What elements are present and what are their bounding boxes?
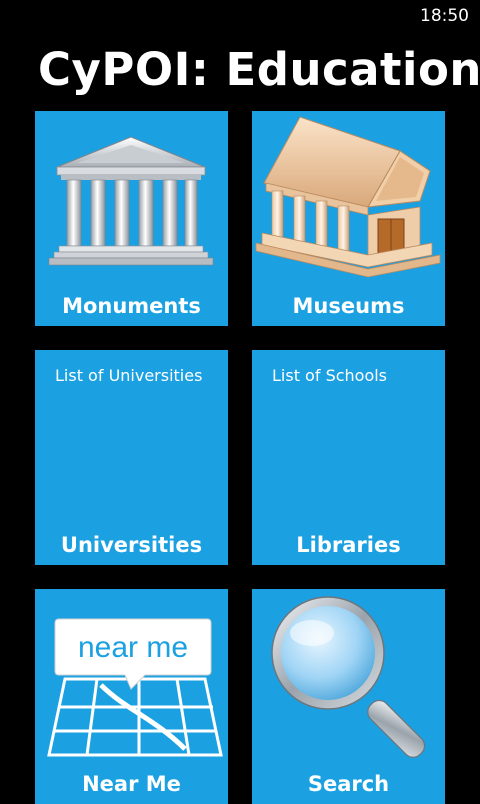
universities-note: List of Universities [55,366,203,385]
greek-temple-icon [48,136,214,266]
magnifying-glass-icon [271,596,426,758]
near-me-tile[interactable]: near me Near Me [35,589,228,804]
monuments-tile[interactable]: Monuments [35,111,228,326]
near-me-icon-text: near me [78,631,188,664]
universities-tile[interactable]: List of Universities Universities [35,350,228,565]
status-clock: 18:50 [420,6,469,26]
museum-building-icon [255,116,441,278]
map-near-me-icon: near me [47,618,223,757]
search-label: Search [307,772,390,796]
app-title: CyPOI: Education [38,43,480,96]
near-me-label: Near Me [82,772,181,796]
museums-label: Museums [292,294,405,318]
monuments-label: Monuments [62,294,201,318]
universities-label: Universities [60,533,203,557]
search-tile[interactable]: Search [252,589,445,804]
libraries-tile[interactable]: List of Schools Libraries [252,350,445,565]
libraries-note: List of Schools [272,366,388,385]
museums-tile[interactable]: Museums [252,111,445,326]
libraries-label: Libraries [296,533,401,557]
